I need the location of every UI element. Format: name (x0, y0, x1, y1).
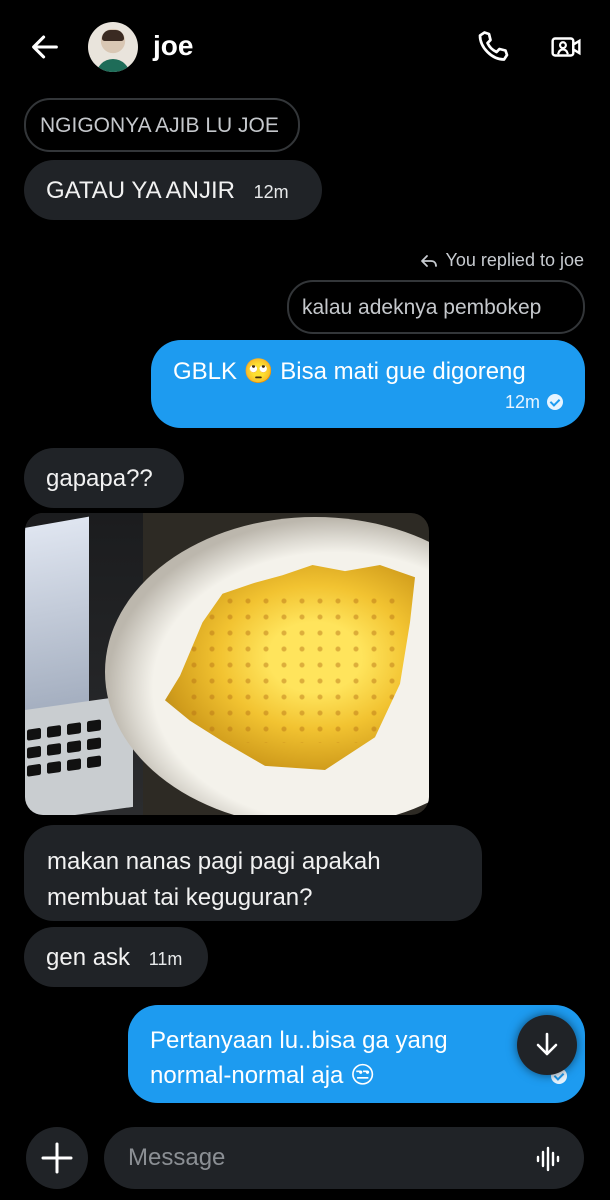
quoted-reply[interactable]: kalau adeknya pembokep (287, 280, 585, 334)
arrow-left-icon[interactable] (28, 30, 62, 64)
contact-name[interactable]: joe (153, 30, 193, 62)
incoming-message[interactable]: gen ask 11m (24, 927, 208, 987)
emoji-unamused: 😒 (350, 1062, 376, 1089)
quoted-reply-text: kalau adeknya pembokep (302, 295, 542, 319)
message-text: GBLK (173, 358, 238, 385)
chat-header: joe (0, 0, 610, 96)
reply-indicator: You replied to joe (419, 250, 584, 271)
message-time: 12m (504, 392, 540, 412)
message-text-end: Bisa mati gue digoreng (280, 358, 526, 385)
message-time: 11m (148, 949, 183, 969)
voice-wave-icon[interactable] (535, 1143, 561, 1173)
emoji-eyes-roll: 🙄 (243, 358, 274, 385)
add-attachment-button[interactable] (26, 1127, 88, 1189)
read-check-icon (547, 394, 563, 410)
outgoing-message[interactable]: Pertanyaan lu..bisa ga yang normal-norma… (128, 1005, 585, 1103)
video-call-icon[interactable] (549, 31, 583, 63)
message-text: gapapa?? (46, 465, 153, 492)
message-input[interactable] (104, 1127, 584, 1189)
incoming-message[interactable]: gapapa?? (24, 448, 184, 508)
message-line-1: Pertanyaan lu..bisa ga yang (150, 1027, 448, 1054)
message-composer (0, 1115, 610, 1200)
message-text: gen ask (46, 944, 131, 971)
incoming-message[interactable]: GATAU YA ANJIR 12m (24, 160, 322, 220)
pineapple-photo[interactable] (25, 513, 429, 815)
incoming-message[interactable]: makan nanas pagi pagi apakah membuat tai… (24, 825, 482, 921)
reply-icon (420, 254, 437, 267)
scroll-to-bottom-button[interactable] (517, 1015, 577, 1075)
quoted-message[interactable]: NGIGONYA AJIB LU JOE (24, 98, 300, 152)
phone-icon[interactable] (474, 28, 510, 64)
message-status: 12m (505, 392, 563, 413)
chevron-down-icon (536, 1032, 558, 1056)
quoted-message-text: NGIGONYA AJIB LU JOE (40, 113, 279, 137)
message-line-2: normal-normal aja (150, 1062, 344, 1089)
message-line-2: membuat tai keguguran? (47, 884, 313, 911)
avatar[interactable] (88, 22, 138, 72)
message-time: 12m (253, 182, 289, 202)
message-line-1: makan nanas pagi pagi apakah (47, 848, 381, 875)
plus-icon (41, 1142, 73, 1174)
reply-note-text: You replied to joe (445, 250, 584, 270)
outgoing-message[interactable]: GBLK 🙄 Bisa mati gue digoreng 12m (151, 340, 585, 428)
message-text: GATAU YA ANJIR (46, 177, 235, 204)
